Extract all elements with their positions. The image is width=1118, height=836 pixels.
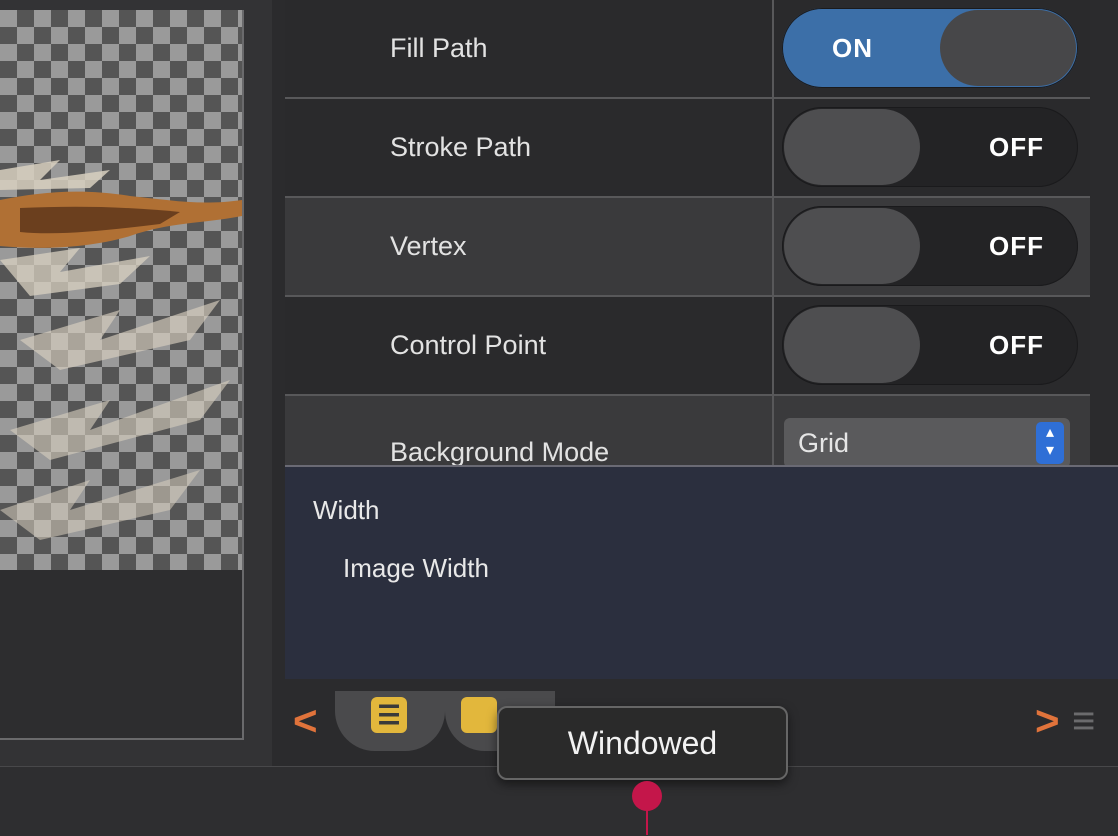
canvas-panel (0, 0, 272, 766)
fill-path-label: Fill Path (390, 33, 488, 63)
control-point-toggle[interactable]: OFF (782, 305, 1078, 385)
control-point-label: Control Point (390, 330, 547, 360)
vertex-toggle[interactable]: OFF (782, 206, 1078, 286)
background-mode-label: Background Mode (390, 437, 610, 465)
toggle-state-label: OFF (989, 132, 1044, 162)
toggle-state-label: ON (832, 33, 873, 63)
select-value: Grid (798, 428, 850, 458)
row-control-point: Control Point OFF (285, 297, 1090, 396)
row-fill-path: Fill Path ON (285, 0, 1090, 99)
stroke-path-cell: OFF (772, 99, 1090, 196)
tooltip: Windowed (497, 706, 788, 780)
background-mode-cell: Grid ▴ ▾ (772, 396, 1090, 465)
stroke-path-label: Stroke Path (390, 132, 532, 162)
tab-list-view[interactable]: ☰ (335, 691, 445, 751)
fill-path-toggle[interactable]: ON (782, 8, 1078, 88)
document-icon (461, 697, 497, 733)
settings-panel: Fill Path ON Stroke Path OFF Vertex OFF … (285, 0, 1090, 465)
hamburger-menu-icon[interactable]: ≡ (1072, 699, 1095, 744)
toggle-knob (940, 10, 1076, 86)
toggle-knob (784, 109, 920, 185)
row-vertex: Vertex OFF (285, 198, 1090, 297)
info-title: Width (313, 495, 380, 525)
canvas-preview[interactable] (0, 10, 244, 740)
row-background-mode: Background Mode Grid ▴ ▾ (285, 396, 1090, 465)
fill-path-cell: ON (772, 0, 1090, 97)
info-panel: Width Image Width (285, 465, 1118, 681)
toggle-state-label: OFF (989, 330, 1044, 360)
up-down-chevron-icon[interactable]: ▴ ▾ (1036, 422, 1064, 464)
vertex-cell: OFF (772, 198, 1090, 295)
chevron-left-icon[interactable]: < (293, 697, 318, 745)
control-point-cell: OFF (772, 297, 1090, 394)
toggle-knob (784, 307, 920, 383)
stroke-path-toggle[interactable]: OFF (782, 107, 1078, 187)
info-subtitle: Image Width (343, 553, 489, 583)
background-mode-select[interactable]: Grid ▴ ▾ (784, 418, 1070, 465)
vertex-label: Vertex (390, 231, 467, 261)
chevron-right-icon[interactable]: > (1035, 697, 1060, 745)
artwork-image (0, 160, 242, 540)
row-stroke-path: Stroke Path OFF (285, 99, 1090, 198)
toggle-knob (784, 208, 920, 284)
list-icon: ☰ (371, 697, 407, 733)
cursor-line (646, 806, 648, 835)
toggle-state-label: OFF (989, 231, 1044, 261)
